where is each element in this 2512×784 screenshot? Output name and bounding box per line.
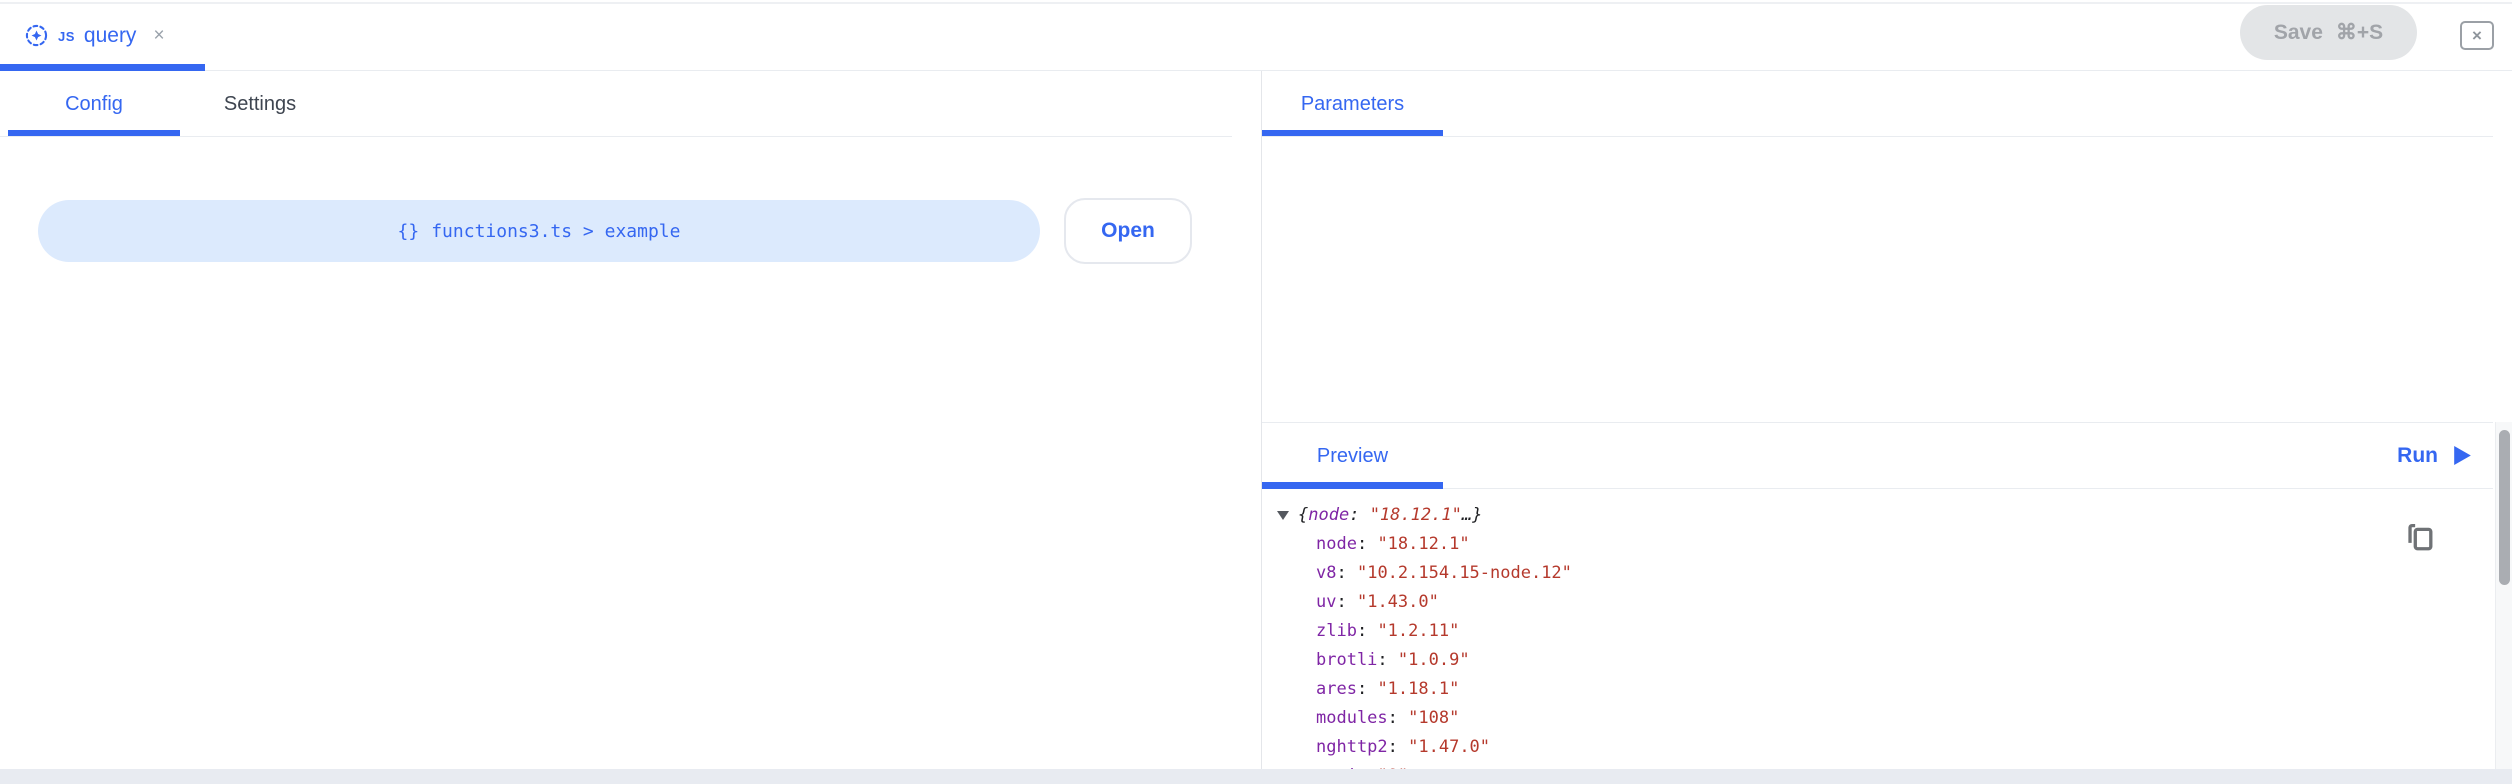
json-colon: : — [1388, 708, 1408, 728]
tab-settings[interactable]: Settings — [180, 71, 340, 137]
left-tab-row: Config Settings — [0, 71, 1261, 137]
json-value: "1.0.9" — [1398, 650, 1470, 670]
json-key: nghttp2 — [1316, 737, 1388, 757]
json-entry: nghttp2: "1.47.0" — [1277, 733, 2493, 762]
scrollbar-thumb[interactable] — [2499, 430, 2510, 585]
tab-parameters-label: Parameters — [1301, 93, 1404, 116]
js-runtime-badge: JS — [58, 29, 75, 44]
json-key: brotli — [1316, 650, 1377, 670]
json-colon: : — [1377, 650, 1397, 670]
json-entry: uv: "1.43.0" — [1277, 588, 2493, 617]
function-reference-pill[interactable]: {} functions3.ts > example — [38, 200, 1040, 262]
save-shortcut: ⌘+S — [2336, 20, 2383, 45]
json-entry: zlib: "1.2.11" — [1277, 617, 2493, 646]
function-runner-icon — [24, 23, 49, 48]
json-entry: brotli: "1.0.9" — [1277, 646, 2493, 675]
summary-ellipsis: … — [1462, 501, 1472, 530]
left-tab-row-border — [0, 136, 1232, 137]
json-summary-line: {node: "18.12.1"…} — [1277, 501, 2493, 530]
json-value: "1.2.11" — [1377, 621, 1459, 641]
copy-icon — [2403, 518, 2437, 554]
summary-brace-open: { — [1298, 501, 1308, 530]
bottom-edge-bar — [0, 769, 2512, 784]
json-key: node — [1316, 534, 1357, 554]
tab-preview[interactable]: Preview — [1262, 423, 1443, 489]
parameters-row-border — [1262, 136, 2493, 137]
summary-value: "18.12.1" — [1370, 501, 1462, 530]
copy-result-button[interactable] — [2402, 518, 2438, 556]
play-icon — [2454, 446, 2471, 465]
json-entry: v8: "10.2.154.15-node.12" — [1277, 559, 2493, 588]
function-runner-window: JS query × Save ⌘+S × Config Settings {} — [0, 0, 2512, 784]
config-panel: Config Settings {} functions3.ts > examp… — [0, 71, 1262, 770]
tab-settings-label: Settings — [224, 93, 296, 116]
preview-result-output: {node: "18.12.1"…} node: "18.12.1" v8: "… — [1262, 489, 2493, 770]
json-key: v8 — [1316, 563, 1336, 583]
json-colon: : — [1388, 737, 1408, 757]
preview-tab-underline — [1262, 482, 1443, 489]
json-key: zlib — [1316, 621, 1357, 641]
json-colon: : — [1357, 679, 1377, 699]
summary-brace-close: } — [1472, 501, 1482, 530]
tab-close-icon[interactable]: × — [153, 25, 164, 47]
tab-config[interactable]: Config — [8, 71, 180, 137]
tab-config-label: Config — [65, 93, 123, 116]
json-value: "108" — [1408, 708, 1459, 728]
top-bar: JS query × Save ⌘+S × — [0, 0, 2512, 71]
disclosure-triangle-icon[interactable] — [1277, 511, 1290, 520]
open-button[interactable]: Open — [1064, 198, 1192, 264]
parameters-tab-row: Parameters — [1262, 71, 2512, 137]
tab-parameters[interactable]: Parameters — [1262, 71, 1443, 137]
function-reference-text: functions3.ts > example — [431, 221, 680, 242]
close-glyph: × — [2472, 27, 2482, 44]
parameters-preview-panel: Parameters Preview Run {node: "18.12.1 — [1262, 71, 2512, 770]
summary-key: node — [1308, 501, 1349, 530]
window-top-border — [0, 2, 2512, 4]
save-button-label: Save — [2274, 21, 2323, 45]
json-value: "1.43.0" — [1357, 592, 1439, 612]
tab-query[interactable]: JS query × — [14, 0, 175, 71]
json-entry: ares: "1.18.1" — [1277, 675, 2493, 704]
close-panel-icon[interactable]: × — [2460, 21, 2494, 50]
json-key: modules — [1316, 708, 1388, 728]
json-value: "1.47.0" — [1408, 737, 1490, 757]
active-tab-underline — [0, 64, 205, 71]
json-value: "1.18.1" — [1377, 679, 1459, 699]
run-button-label: Run — [2397, 444, 2438, 468]
tab-title: query — [84, 24, 137, 48]
json-colon: : — [1357, 621, 1377, 641]
json-colon: : — [1336, 563, 1356, 583]
braces-icon: {} — [398, 221, 420, 242]
json-key: uv — [1316, 592, 1336, 612]
json-colon: : — [1336, 592, 1356, 612]
json-value: "10.2.154.15-node.12" — [1357, 563, 1572, 583]
open-button-label: Open — [1101, 219, 1155, 243]
json-key: ares — [1316, 679, 1357, 699]
tab-preview-label: Preview — [1317, 445, 1388, 468]
save-button[interactable]: Save ⌘+S — [2240, 5, 2417, 60]
run-button[interactable]: Run — [2397, 423, 2471, 488]
preview-header-row: Preview Run — [1262, 422, 2493, 489]
json-colon: : — [1357, 534, 1377, 554]
summary-colon: : — [1349, 501, 1369, 530]
vertical-scrollbar[interactable] — [2495, 422, 2512, 770]
json-value: "18.12.1" — [1377, 534, 1469, 554]
json-entry: modules: "108" — [1277, 704, 2493, 733]
json-entry: node: "18.12.1" — [1277, 530, 2493, 559]
